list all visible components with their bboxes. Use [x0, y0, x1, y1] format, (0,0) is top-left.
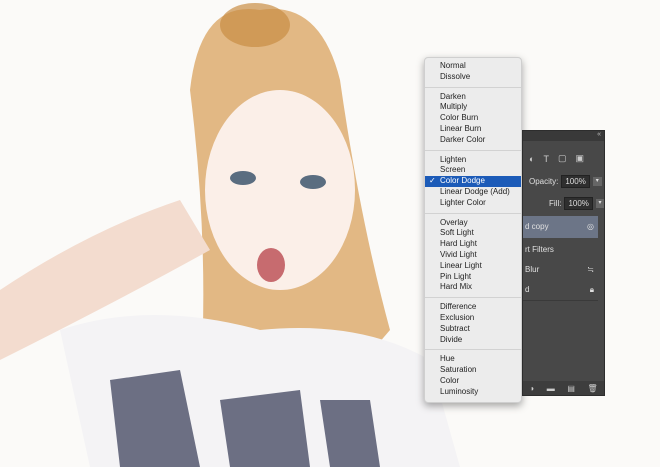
adjustment-filter-icon[interactable]: ◐ [529, 154, 534, 164]
opacity-control: Opacity: 100% ▾ [523, 175, 604, 188]
smart-object-filter-icon[interactable]: ▣ [575, 153, 584, 164]
option-label: Luminosity [440, 386, 479, 396]
blend-mode-option[interactable]: Hard Light [425, 239, 521, 250]
option-label: Difference [440, 302, 477, 312]
blend-mode-option[interactable]: Divide [425, 335, 521, 346]
lock-icon: 🔒︎ [589, 285, 594, 294]
option-label: Darken [440, 91, 466, 101]
layer-row[interactable]: rt Filters [523, 239, 598, 261]
blend-mode-option[interactable]: Subtract [425, 324, 521, 335]
blend-mode-option[interactable]: Soft Light [425, 228, 521, 239]
fill-input[interactable]: 100% [564, 197, 593, 210]
option-label: Dissolve [440, 71, 471, 81]
menu-separator [425, 149, 521, 151]
blend-mode-option[interactable]: ✓ Color Dodge [425, 176, 521, 187]
shape-filter-icon[interactable]: ▢ [558, 153, 567, 164]
layer-name: rt Filters [525, 245, 554, 254]
option-label: Lighten [440, 154, 467, 164]
menu-separator [425, 349, 521, 351]
option-label: Soft Light [440, 228, 474, 238]
new-layer-icon[interactable]: ▤ [567, 384, 575, 393]
panel-collapse-button[interactable]: « [523, 131, 604, 141]
blend-mode-option[interactable]: Linear Light [425, 261, 521, 272]
option-label: Divide [440, 334, 463, 344]
option-label: Screen [440, 165, 466, 175]
opacity-dropdown-icon[interactable]: ▾ [592, 177, 602, 186]
layer-name: d copy [525, 222, 549, 231]
option-label: Multiply [440, 102, 468, 112]
blend-mode-option[interactable]: Hue [425, 354, 521, 365]
blend-mode-option[interactable]: Pin Light [425, 272, 521, 283]
blend-mode-option[interactable]: Color [425, 376, 521, 387]
blend-mode-option[interactable]: Lighten [425, 155, 521, 166]
mask-icon[interactable]: ◑ [529, 384, 534, 393]
option-label: Hue [440, 354, 455, 364]
option-label: Pin Light [440, 271, 472, 281]
blend-mode-option[interactable]: Linear Burn [425, 124, 521, 135]
blend-mode-dropdown-menu: Normal Dissolve Darken Multiply Color Burn Li… [424, 57, 522, 403]
menu-separator [425, 297, 521, 299]
blend-mode-option[interactable]: Luminosity [425, 387, 521, 398]
fill-control: Fill: 100% ▾ [523, 197, 604, 210]
blend-mode-option[interactable]: Color Burn [425, 113, 521, 124]
blend-mode-option[interactable]: Dissolve [425, 72, 521, 83]
option-label: Color Dodge [440, 176, 485, 186]
filter-icons: ◐ T ▢ ▣ [523, 153, 604, 164]
opacity-input[interactable]: 100% [561, 175, 590, 188]
layers-panel: « ◐ T ▢ ▣ Opacity: 100% ▾ Fill: 100% ▾ d co… [522, 130, 605, 396]
layer-name: Blur [525, 265, 540, 274]
blend-mode-option[interactable]: Darker Color [425, 135, 521, 146]
smart-filter-icon: ◎ [587, 222, 594, 231]
option-label: Vivid Light [440, 249, 477, 259]
menu-separator [425, 86, 521, 88]
option-label: Exclusion [440, 312, 475, 322]
blend-mode-option[interactable]: Normal [425, 61, 521, 72]
option-label: Hard Mix [440, 282, 473, 292]
blend-mode-option[interactable]: Linear Dodge (Add) [425, 187, 521, 198]
option-label: Overlay [440, 217, 468, 227]
layer-row[interactable]: d 🔒︎ [523, 279, 598, 301]
filter-options-icon[interactable]: ≒ [587, 259, 594, 281]
option-label: Darker Color [440, 134, 486, 144]
blend-mode-option[interactable]: Difference [425, 302, 521, 313]
blend-mode-option[interactable]: Vivid Light [425, 250, 521, 261]
type-filter-icon[interactable]: T [543, 154, 549, 164]
panel-footer: ◑ ▬ ▤ 🗑︎ [523, 381, 604, 395]
option-label: Hard Light [440, 239, 477, 249]
blend-mode-option[interactable]: Screen [425, 165, 521, 176]
blend-mode-option[interactable]: Overlay [425, 218, 521, 229]
option-label: Saturation [440, 365, 477, 375]
layer-row[interactable]: Blur ≒ [523, 259, 598, 281]
option-label: Normal [440, 61, 466, 70]
blend-mode-option[interactable]: Lighter Color [425, 198, 521, 209]
option-label: Color [440, 375, 460, 385]
option-label: Linear Light [440, 260, 482, 270]
opacity-label: Opacity: [529, 177, 559, 186]
menu-separator [425, 212, 521, 214]
blend-mode-option[interactable]: Exclusion [425, 313, 521, 324]
blend-mode-option[interactable]: Darken [425, 92, 521, 103]
fill-dropdown-icon[interactable]: ▾ [595, 199, 604, 208]
new-group-icon[interactable]: ▬ [547, 384, 555, 393]
fill-label: Fill: [549, 199, 562, 208]
trash-icon[interactable]: 🗑︎ [588, 384, 598, 393]
option-label: Linear Burn [440, 123, 482, 133]
option-label: Subtract [440, 323, 470, 333]
option-label: Lighter Color [440, 197, 486, 207]
checkmark-icon: ✓ [429, 176, 436, 186]
layer-name: d [525, 285, 530, 294]
option-label: Linear Dodge (Add) [440, 186, 510, 196]
blend-mode-option[interactable]: Multiply [425, 102, 521, 113]
blend-mode-option[interactable]: Saturation [425, 365, 521, 376]
option-label: Color Burn [440, 113, 479, 123]
layer-row[interactable]: d copy ◎ [523, 216, 598, 238]
blend-mode-option[interactable]: Hard Mix [425, 282, 521, 293]
